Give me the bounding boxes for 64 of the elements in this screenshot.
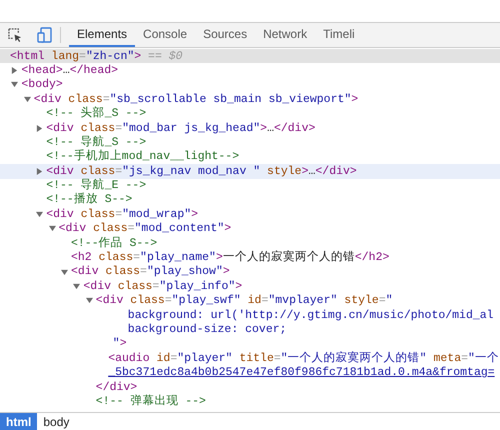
tree-row[interactable]: <!-- 导航_E --> [0, 178, 500, 193]
dom-line: background-size: cover; [128, 322, 287, 338]
resource-link[interactable]: _5bc371edc8a4b0b2547e47ef80f986fc7181b1ad.0.m4a&fromtag= [108, 364, 495, 382]
expand-triangle-icon[interactable] [36, 168, 44, 175]
collapse-triangle-icon[interactable] [48, 225, 56, 232]
dom-line: <div class="play_swf" id="mvplayer" style=" [96, 293, 393, 310]
tree-row[interactable]: <div class="play_info"> [0, 279, 500, 294]
dom-line: "> [112, 336, 127, 352]
tree-row[interactable]: <!--作品 S--> [0, 236, 500, 250]
dom-line: <!-- 头部_S --> [46, 105, 146, 122]
dom-line: <div class="play_info"> [83, 278, 242, 294]
dom-line: <div class="js_kg_nav mod_nav " style>…</div> [46, 164, 357, 178]
dom-line: <div class="mod_bar js_kg_head">…</div> [46, 120, 316, 135]
tree-row[interactable]: <head>…</head> [0, 63, 500, 78]
tree-row[interactable]: <div class="mod_bar js_kg_head">…</div> [0, 120, 500, 136]
tree-row[interactable]: <audio id="player" title="一个人的寂寞两个人的错" meta="一个 [0, 351, 500, 366]
tree-row[interactable]: <!--播放 S--> [0, 192, 500, 208]
dom-line: <!-- 弹幕出现 --> [96, 394, 206, 410]
inspect-cursor-icon[interactable] [8, 28, 23, 42]
tree-row[interactable]: <div class="mod_content"> [0, 222, 500, 236]
tree-row[interactable]: <html lang="zh-cn"> == $0 [0, 49, 500, 64]
dom-line: <div class="mod_wrap"> [46, 206, 198, 222]
dom-line: <div class="play_show"> [71, 264, 230, 280]
panel-tab[interactable]: Elements [69, 23, 136, 47]
dom-line: <!--作品 S--> [71, 236, 158, 252]
collapse-triangle-icon[interactable] [61, 268, 68, 276]
panel-tab[interactable]: Network [255, 23, 316, 47]
collapse-triangle-icon[interactable] [36, 210, 44, 218]
device-mode-icon[interactable] [37, 27, 52, 43]
tree-row[interactable]: <div class="play_swf" id="mvplayer" style=" [0, 294, 500, 308]
tree-row[interactable]: <body> [0, 78, 500, 92]
tree-row[interactable]: <!-- 导航_S --> [0, 135, 500, 150]
dom-line: <div class="sb_scrollable sb_main sb_viewport"> [34, 92, 358, 106]
dom-line: </div> [96, 380, 138, 394]
breadcrumb[interactable]: html [0, 413, 38, 430]
dom-line: <h2 class="play_name">一个人的寂寞两个人的错</h2> [71, 249, 390, 266]
dom-line: <!--手机加上mod_nav__light--> [46, 148, 240, 166]
breadcrumb[interactable]: body [37, 413, 76, 430]
tree-row[interactable]: <!--手机加上mod_nav__light--> [0, 150, 500, 164]
collapse-triangle-icon[interactable] [24, 96, 31, 103]
expand-triangle-icon[interactable] [36, 124, 44, 132]
expand-triangle-icon[interactable] [11, 67, 18, 74]
dom-line: <!--播放 S--> [46, 192, 132, 208]
collapse-triangle-icon[interactable] [11, 81, 18, 88]
dom-line: <!-- 导航_S --> [46, 134, 146, 149]
dom-line: <!-- 导航_E --> [46, 177, 146, 192]
tree-row[interactable]: <div class="js_kg_nav mod_nav " style>…</div> [0, 164, 500, 179]
collapse-triangle-icon[interactable] [86, 297, 93, 304]
panel-tab[interactable]: Timeli [315, 23, 363, 47]
tree-row[interactable]: <div class="sb_scrollable sb_main sb_viewport"> [0, 92, 500, 107]
panel-tab[interactable]: Console [135, 23, 196, 47]
collapse-triangle-icon[interactable] [73, 282, 80, 290]
dom-line: background: url('http://y.gtimg.cn/music/photo/mid_al [128, 308, 494, 324]
dom-line: <head>…</head> [21, 62, 118, 78]
dom-line: <div class="mod_content"> [58, 221, 232, 236]
tree-row[interactable]: <div class="play_show"> [0, 264, 500, 280]
tree-row[interactable]: <div class="mod_wrap"> [0, 207, 500, 222]
panel-tab[interactable]: Sources [195, 23, 256, 47]
dom-line: <body> [21, 77, 63, 94]
tree-row[interactable]: <!-- 头部_S --> [0, 106, 500, 121]
tree-row[interactable]: <!-- 弹幕出现 --> [0, 394, 500, 409]
dom-line: <html lang="zh-cn"> == $0 [10, 48, 183, 64]
dom-line: <audio id="player" title="一个人的寂寞两个人的错" meta="一个 [108, 350, 499, 366]
tree-row[interactable]: <h2 class="play_name">一个人的寂寞两个人的错</h2> [0, 250, 500, 265]
